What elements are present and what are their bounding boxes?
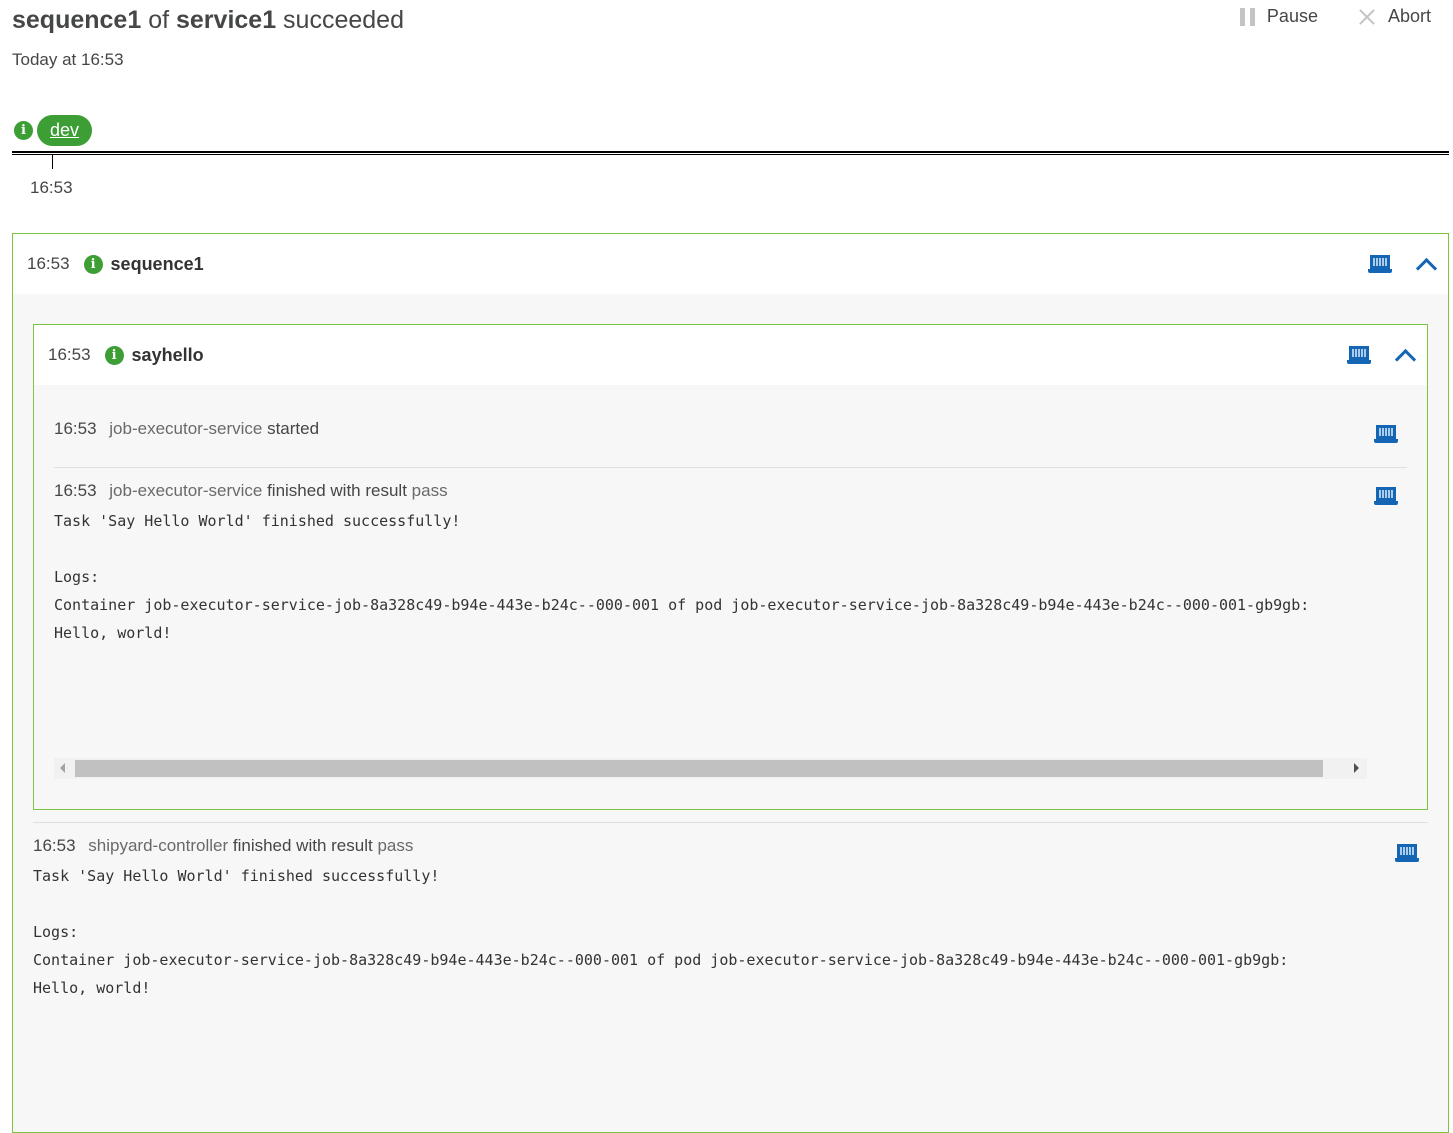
event-text: finished with result (232, 836, 373, 855)
event-item: 16:53 shipyard-controller finished with … (33, 836, 1428, 1002)
task-card-sayhello: 16:53 i sayhello 16:53 job-executor-serv… (33, 324, 1428, 810)
event-source: job-executor-service (109, 481, 263, 500)
service-name: service1 (176, 6, 277, 34)
sequence-card-header: 16:53 i sequence1 (13, 234, 1448, 294)
pause-icon (1239, 7, 1255, 26)
chevron-up-icon[interactable] (1414, 256, 1438, 272)
event-item: 16:53 job-executor-service finished with… (54, 481, 1367, 647)
laptop-icon[interactable] (1368, 255, 1392, 273)
task-card-header: 16:53 i sayhello (34, 325, 1427, 385)
laptop-icon[interactable] (1374, 487, 1398, 505)
page-header: sequence1 of service1 succeeded Today at… (12, 4, 1453, 70)
event-log: Task 'Say Hello World' finished successf… (54, 512, 1310, 642)
event-line: 16:53 job-executor-service finished with… (54, 481, 1367, 501)
event-time: 16:53 (54, 419, 97, 438)
page-title: sequence1 of service1 succeeded (12, 4, 1453, 36)
timeline-line (12, 151, 1449, 155)
laptop-icon[interactable] (1347, 346, 1371, 364)
sequence-time: Today at 16:53 (12, 50, 124, 69)
sequence-status: succeeded (276, 6, 404, 34)
info-icon: i (14, 121, 33, 140)
pause-button[interactable]: Pause (1239, 6, 1318, 27)
laptop-icon[interactable] (1374, 425, 1398, 443)
stage-row: i dev (14, 115, 93, 146)
abort-button[interactable]: Abort (1358, 6, 1431, 27)
info-icon: i (104, 345, 124, 365)
scrollbar-thumb[interactable] (75, 760, 1323, 777)
event-text: finished with result (267, 481, 407, 500)
event-source: shipyard-controller (88, 836, 229, 855)
event-text: started (267, 419, 320, 438)
event-log: Task 'Say Hello World' finished successf… (33, 867, 1289, 997)
scroll-left-arrow-icon[interactable] (60, 763, 65, 773)
stage-link-dev[interactable]: dev (37, 115, 93, 146)
chevron-up-icon[interactable] (1393, 347, 1417, 363)
event-result: pass (411, 481, 448, 500)
sequence-card-time: 16:53 (27, 254, 70, 273)
sequence-card: 16:53 i sequence1 16:53 i sayhello 16:53… (12, 233, 1449, 1133)
close-icon (1358, 8, 1376, 26)
event-source: job-executor-service (109, 419, 263, 438)
event-divider (54, 467, 1407, 468)
horizontal-scrollbar[interactable] (54, 758, 1367, 779)
event-time: 16:53 (33, 836, 76, 855)
event-line: 16:53 shipyard-controller finished with … (33, 836, 1428, 856)
timeline-tick (52, 155, 53, 169)
info-icon: i (83, 254, 103, 274)
event-divider (33, 822, 1428, 823)
task-card-time: 16:53 (48, 345, 91, 364)
task-card-name: sayhello (131, 344, 204, 365)
event-time: 16:53 (54, 481, 97, 500)
event-line: 16:53 job-executor-service started (54, 419, 1407, 439)
title-of: of (141, 6, 176, 34)
sequence-actions: Pause Abort (1239, 6, 1431, 27)
sequence-name: sequence1 (12, 6, 142, 34)
event-result: pass (377, 836, 414, 855)
laptop-icon[interactable] (1395, 844, 1419, 862)
sequence-card-name: sequence1 (110, 253, 204, 274)
event-item: 16:53 job-executor-service started (54, 419, 1407, 443)
timeline-time: 16:53 (30, 178, 73, 197)
abort-label: Abort (1387, 6, 1431, 26)
scroll-right-arrow-icon[interactable] (1354, 763, 1359, 773)
pause-label: Pause (1266, 6, 1318, 26)
